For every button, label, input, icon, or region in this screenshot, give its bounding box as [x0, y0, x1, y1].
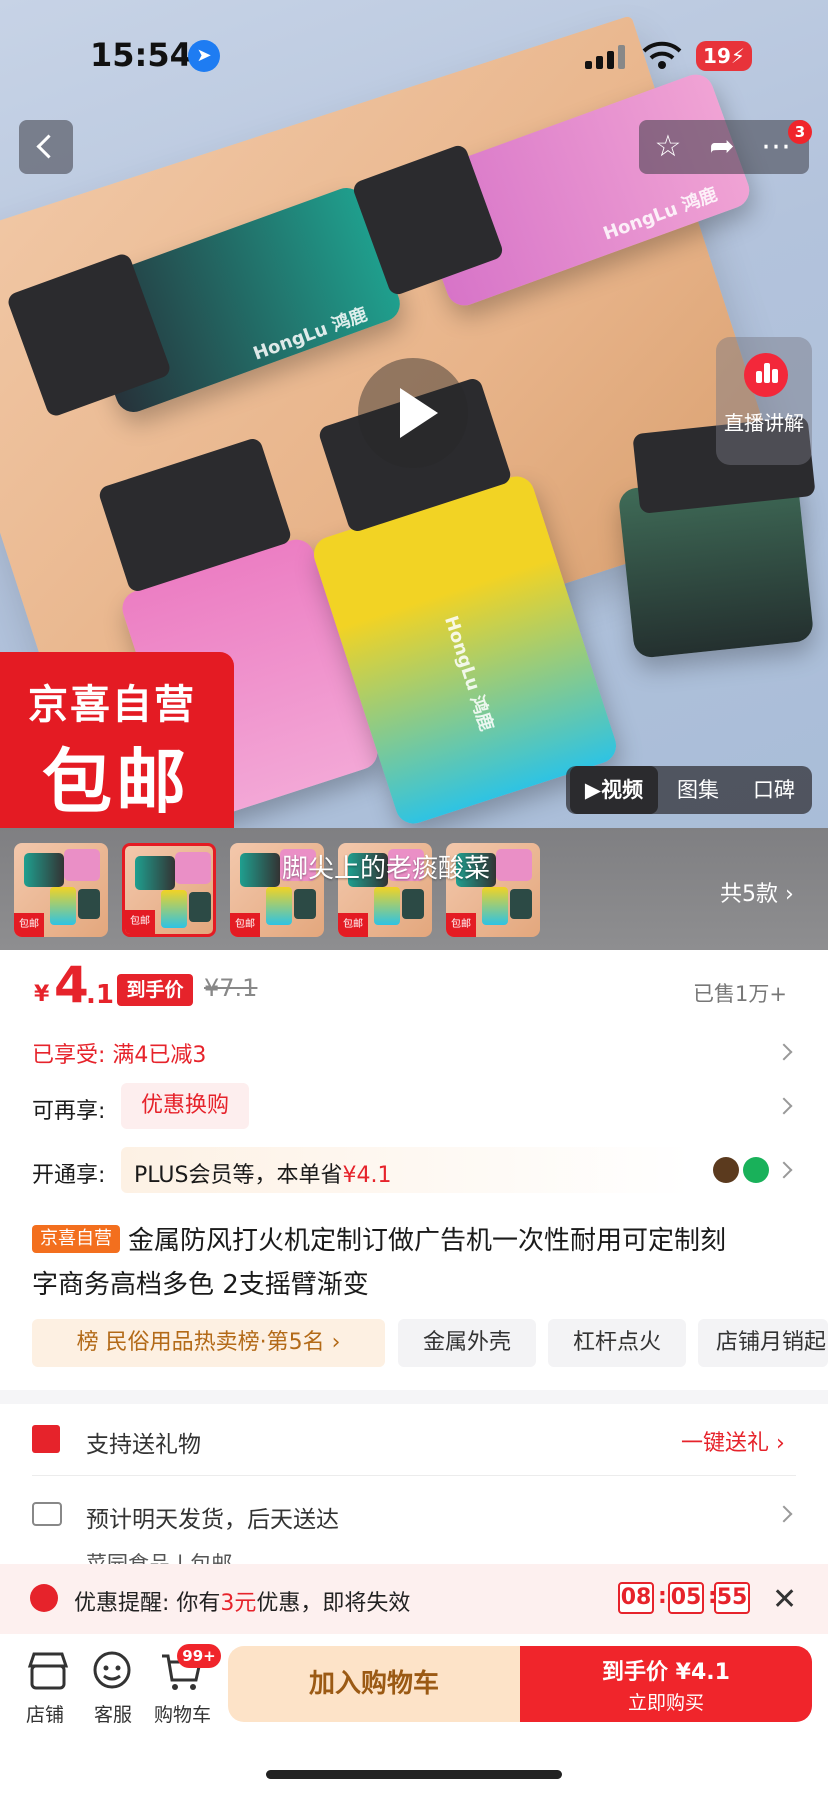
media-tabs: ▶视频 图集 口碑: [566, 766, 812, 814]
reminder-text: 优惠提醒: 你有3元优惠，即将失效: [74, 1591, 411, 1616]
back-button[interactable]: [19, 120, 73, 174]
live-comment-overlay: 脚尖上的老痰酸菜: [282, 854, 491, 884]
redeem-label: 可再享:: [32, 1099, 106, 1124]
price-integer: 4: [54, 956, 89, 1014]
countdown-seconds: 55: [714, 1582, 750, 1614]
product-title-line1: 金属防风打火机定制订做广告机一次性耐用可定制刻: [128, 1226, 727, 1256]
plus-label: 开通享:: [32, 1163, 106, 1188]
top-action-group: ☆ ➦ ⋯: [639, 120, 809, 174]
favorite-star-icon[interactable]: ☆: [641, 120, 695, 174]
chevron-right-icon: [775, 1505, 793, 1523]
live-label: 直播讲解: [724, 411, 804, 435]
crown-icon: [713, 1157, 739, 1183]
store-label[interactable]: 店铺: [26, 1700, 64, 1727]
countdown-hours: 08: [618, 1582, 654, 1614]
variant-count-link[interactable]: 共5款 ›: [720, 876, 794, 908]
share-icon[interactable]: ➦: [695, 120, 749, 174]
sold-count: 已售1万+: [693, 982, 787, 1006]
cart-count-badge: 99+: [177, 1644, 221, 1668]
gift-support-text: 支持送礼物: [86, 1432, 201, 1458]
close-icon[interactable]: ✕: [772, 1582, 797, 1617]
home-indicator[interactable]: [266, 1770, 562, 1779]
battery-indicator: 19⚡: [696, 41, 752, 71]
redeem-chip[interactable]: 优惠换购: [121, 1083, 249, 1129]
promo-self-operated: 京喜自营: [28, 682, 196, 728]
live-explain-button[interactable]: 直播讲解: [716, 337, 812, 465]
wifi-icon: [642, 40, 682, 70]
feature-chip[interactable]: 店铺月销起: [698, 1319, 828, 1367]
tab-gallery[interactable]: 图集: [660, 766, 736, 814]
delivery-truck-icon: [32, 1502, 62, 1526]
customer-service-icon[interactable]: [90, 1650, 142, 1692]
location-arrow-icon: ➤: [188, 40, 220, 72]
status-time: 15:54: [90, 36, 192, 74]
variant-thumb[interactable]: 包邮: [14, 843, 108, 937]
chevron-right-icon: [775, 1097, 793, 1115]
chevron-right-icon: [775, 1161, 793, 1179]
self-operated-tag: 京喜自营: [32, 1225, 120, 1253]
play-video-button[interactable]: [358, 358, 468, 468]
gift-icon: [32, 1425, 60, 1453]
variant-thumb-selected[interactable]: 包邮: [122, 843, 216, 937]
applied-discount[interactable]: 已享受: 满4已减3: [32, 1037, 206, 1069]
countdown-sep: :: [658, 1584, 667, 1609]
shipping-estimate[interactable]: 预计明天发货，后天送达: [86, 1500, 339, 1534]
live-icon: [744, 353, 788, 397]
plus-save-amount: ¥4.1: [342, 1163, 392, 1188]
service-label[interactable]: 客服: [94, 1700, 132, 1727]
tab-reviews[interactable]: 口碑: [736, 766, 812, 814]
product-title-line2: 字商务高档多色 2支摇臂渐变: [32, 1270, 369, 1300]
bag-icon: [743, 1157, 769, 1183]
tab-video[interactable]: ▶视频: [570, 766, 658, 814]
store-icon[interactable]: [22, 1650, 74, 1692]
feature-chip[interactable]: 杠杆点火: [548, 1319, 686, 1367]
reminder-amount: 3元: [220, 1591, 257, 1616]
divider: [32, 1475, 796, 1476]
buy-now-price: 到手价 ¥4.1: [602, 1660, 730, 1685]
buy-now-button[interactable]: 到手价 ¥4.1 立即购买: [520, 1646, 812, 1722]
price-decimal: .1: [86, 980, 114, 1010]
chevron-right-icon: [775, 1043, 793, 1061]
cellular-signal-icon: [585, 45, 627, 69]
clock-icon: [30, 1584, 58, 1612]
final-price-tag: 到手价: [117, 974, 193, 1006]
plus-text: PLUS会员等，本单省¥4.1: [134, 1163, 392, 1188]
price-symbol: ¥: [34, 982, 50, 1007]
add-to-cart-button[interactable]: 加入购物车: [228, 1646, 520, 1722]
original-price: ¥7.1: [204, 974, 258, 1002]
section-divider: [0, 1390, 828, 1404]
cart-label[interactable]: 购物车: [154, 1700, 211, 1727]
send-gift-link[interactable]: 一键送礼 ›: [681, 1425, 785, 1457]
more-badge: 3: [788, 120, 812, 144]
countdown-minutes: 05: [668, 1582, 704, 1614]
buy-now-label: 立即购买: [627, 1692, 704, 1714]
promo-free-shipping: 包邮: [42, 741, 190, 823]
ranking-chip[interactable]: 榜 民俗用品热卖榜·第5名 ›: [32, 1319, 385, 1367]
feature-chip[interactable]: 金属外壳: [398, 1319, 536, 1367]
